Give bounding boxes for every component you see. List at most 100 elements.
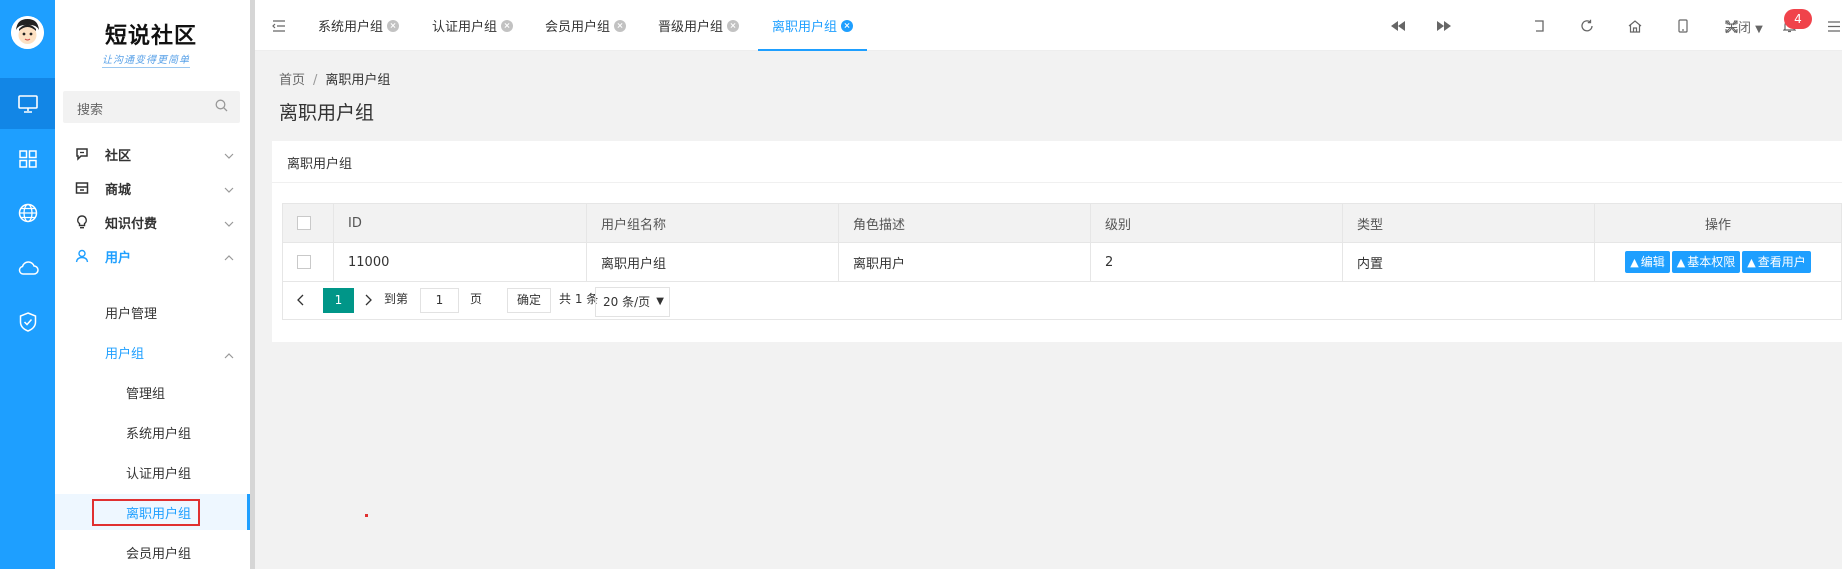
prev-page-icon[interactable] (289, 288, 311, 312)
tab-label: 系统用户组 (318, 20, 384, 35)
column-header-id[interactable]: ID (333, 203, 587, 243)
mobile-icon[interactable] (1675, 18, 1691, 34)
grid-icon[interactable] (15, 146, 41, 172)
menu-label-user: 用户 (105, 251, 132, 266)
user-icon (75, 249, 89, 263)
page-size-value: 20 条/页 (603, 295, 651, 309)
close-icon[interactable] (501, 19, 514, 32)
chevron-down-icon (224, 147, 234, 163)
menu-label-community: 社区 (105, 149, 132, 164)
total-count: 共 1 条 (559, 292, 599, 306)
tab-label: 认证用户组 (432, 20, 498, 35)
tab-resigned-group[interactable]: 离职用户组 (757, 0, 868, 51)
sidebar-item-group-admin[interactable]: 管理组 (55, 374, 250, 410)
warning-icon: ▲ (1630, 256, 1639, 269)
notification-badge: 4 (1784, 9, 1812, 29)
fullscreen-icon[interactable] (1723, 18, 1739, 34)
sidebar-item-user-group[interactable]: 用户组 (55, 334, 250, 370)
view-users-button-label: 查看用户 (1757, 255, 1806, 269)
collapse-menu-icon[interactable] (271, 18, 287, 34)
breadcrumb: 首页 / 离职用户组 (279, 69, 390, 88)
shield-check-icon[interactable] (15, 309, 41, 335)
sidebar: 短说社区 让沟通变得更简单 搜索 社区 商城 知识付费 用户 用户管理 用户组 … (55, 0, 250, 569)
column-header-name[interactable]: 用户组名称 (586, 203, 839, 243)
cell-id: 11000 (333, 242, 587, 282)
page-number-input[interactable]: 1 (420, 288, 459, 313)
page-size-select[interactable]: 20 条/页 ▼ (595, 287, 670, 317)
sidebar-item-label: 管理组 (126, 387, 166, 402)
card-header: 离职用户组 (272, 141, 1842, 183)
caret-down-icon: ▼ (1755, 24, 1763, 35)
rewind-icon[interactable] (1390, 18, 1406, 34)
permissions-button-label: 基本权限 (1687, 255, 1736, 269)
sidebar-item-group-member[interactable]: 会员用户组 (55, 534, 250, 569)
page-unit-label: 页 (470, 292, 483, 306)
monitor-icon[interactable] (15, 91, 41, 117)
store-icon (75, 181, 89, 195)
sidebar-item-group-verified[interactable]: 认证用户组 (55, 454, 250, 490)
menu-item-knowledge[interactable]: 知识付费 (55, 204, 250, 240)
table-header-row: ID 用户组名称 角色描述 级别 类型 操作 (282, 203, 1842, 243)
breadcrumb-current: 离职用户组 (325, 73, 391, 88)
sidebar-search-input[interactable]: 搜索 (63, 91, 240, 123)
close-icon[interactable] (614, 19, 627, 32)
tab-promoted-group[interactable]: 晋级用户组 (658, 0, 740, 51)
tab-label: 离职用户组 (772, 20, 838, 35)
view-users-button[interactable]: ▲ 查看用户 (1742, 251, 1811, 273)
globe-icon[interactable] (15, 200, 41, 226)
search-icon[interactable] (215, 99, 228, 116)
tab-label: 晋级用户组 (658, 20, 724, 35)
current-page-button[interactable]: 1 (323, 288, 354, 313)
refresh-icon[interactable] (1579, 18, 1595, 34)
tab-member-group[interactable]: 会员用户组 (545, 0, 627, 51)
edit-button[interactable]: ▲ 编辑 (1625, 251, 1670, 273)
more-menu-icon[interactable] (1826, 18, 1842, 34)
menu-item-community[interactable]: 社区 (55, 136, 250, 172)
chevron-down-icon (224, 181, 234, 197)
sidebar-item-user-manage[interactable]: 用户管理 (55, 294, 250, 330)
select-all-checkbox[interactable] (297, 216, 311, 230)
logo-title: 短说社区 (105, 23, 198, 49)
pagination: 1 到第 1 页 确定 共 1 条 20 条/页 ▼ (282, 282, 1842, 320)
row-checkbox[interactable] (297, 255, 311, 269)
tab-verified-group[interactable]: 认证用户组 (432, 0, 514, 51)
breadcrumb-separator: / (313, 73, 318, 88)
permissions-button[interactable]: ▲ 基本权限 (1671, 251, 1741, 273)
sidebar-item-label: 认证用户组 (126, 467, 192, 482)
search-placeholder: 搜索 (77, 103, 104, 118)
return-icon[interactable] (1531, 18, 1547, 34)
column-header-level[interactable]: 级别 (1090, 203, 1343, 243)
sidebar-item-group-system[interactable]: 系统用户组 (55, 414, 250, 450)
menu-item-mall[interactable]: 商城 (55, 170, 250, 206)
data-table: ID 用户组名称 角色描述 级别 类型 操作 11000 离职用户组 离职用户 … (282, 203, 1842, 282)
home-icon[interactable] (1627, 18, 1643, 34)
tab-label: 会员用户组 (545, 20, 611, 35)
sidebar-scrollbar[interactable] (250, 0, 255, 569)
logo-subtitle: 让沟通变得更简单 (102, 51, 190, 68)
column-header-desc[interactable]: 角色描述 (838, 203, 1091, 243)
chat-icon (75, 147, 89, 161)
fast-forward-icon[interactable] (1436, 18, 1452, 34)
breadcrumb-home-link[interactable]: 首页 (279, 73, 305, 88)
close-icon[interactable] (841, 19, 854, 32)
card-title: 离职用户组 (287, 157, 353, 172)
cell-desc: 离职用户 (838, 242, 1091, 282)
user-avatar[interactable] (11, 16, 44, 49)
chevron-up-icon (224, 347, 234, 363)
tab-system-group[interactable]: 系统用户组 (318, 0, 400, 51)
close-icon[interactable] (727, 19, 740, 32)
page-title: 离职用户组 (279, 102, 375, 124)
goto-label: 到第 (384, 292, 409, 306)
cell-level: 2 (1090, 242, 1343, 282)
next-page-icon[interactable] (357, 288, 379, 312)
column-header-type[interactable]: 类型 (1342, 203, 1595, 243)
column-header-actions: 操作 (1594, 203, 1842, 243)
content-card: 离职用户组 ID 用户组名称 角色描述 级别 类型 操作 11000 离职用户组… (272, 141, 1842, 342)
chevron-down-icon (224, 215, 234, 231)
cloud-icon[interactable] (15, 255, 41, 281)
menu-label-mall: 商城 (105, 183, 132, 198)
menu-item-user[interactable]: 用户 (55, 238, 250, 274)
confirm-page-button[interactable]: 确定 (507, 288, 551, 313)
close-icon[interactable] (387, 19, 400, 32)
red-marker-dot (365, 514, 368, 517)
